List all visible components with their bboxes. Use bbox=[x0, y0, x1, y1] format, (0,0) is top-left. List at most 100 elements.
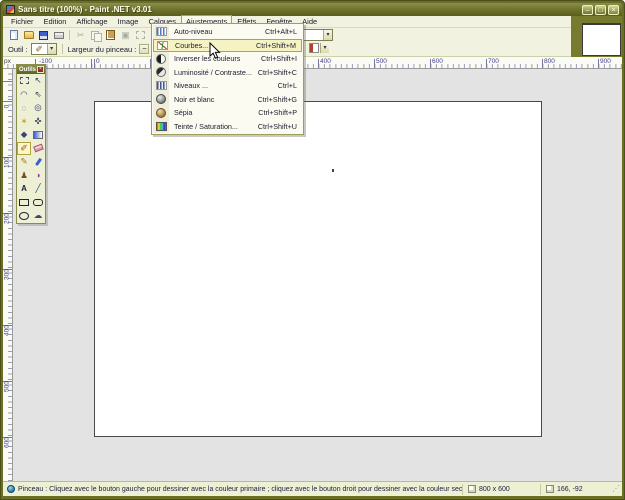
chevron-down-icon[interactable]: ▾ bbox=[323, 30, 332, 40]
brightness-contrast-icon bbox=[156, 67, 166, 77]
tools-palette: Outils × ↖ ◠ ⇖ ◌ ◎ ✶ ✜ ◆ ✐ ✎ ♟ ◑ A ╱ ☁ bbox=[16, 64, 46, 224]
tool-freeform-shape[interactable]: ☁ bbox=[31, 209, 45, 223]
canvas[interactable] bbox=[94, 101, 542, 437]
menu-edition[interactable]: Edition bbox=[39, 16, 72, 27]
clone-stamp-icon: ♟ bbox=[20, 170, 28, 181]
tool-color-picker[interactable] bbox=[31, 155, 45, 169]
brush-width-label: Largeur du pinceau : bbox=[68, 45, 137, 54]
cursor-position-section: 166, -92 bbox=[540, 484, 612, 495]
deselect-icon bbox=[136, 31, 145, 39]
pan-icon: ✜ bbox=[34, 116, 41, 127]
menu-affichage[interactable]: Affichage bbox=[71, 16, 112, 27]
curves-icon bbox=[157, 41, 168, 50]
print-button[interactable] bbox=[52, 29, 65, 41]
rectangle-select-icon bbox=[20, 77, 29, 84]
history-panel[interactable] bbox=[582, 23, 621, 56]
cut-button: ✂ bbox=[74, 29, 87, 41]
new-button[interactable] bbox=[7, 29, 20, 41]
tool-lasso-select[interactable]: ◠ bbox=[17, 88, 31, 102]
copy-button bbox=[89, 29, 102, 41]
vertical-ruler: 0 100 200 300 400 500 600 bbox=[3, 69, 13, 481]
tool-selector[interactable]: ✐ ▾ bbox=[31, 43, 57, 55]
tool-zoom[interactable]: ◎ bbox=[31, 101, 45, 115]
freeform-shape-icon: ☁ bbox=[34, 210, 43, 221]
image-size-icon bbox=[468, 485, 476, 493]
tool-label: Outil : bbox=[8, 45, 28, 54]
menu-item-auto-niveau[interactable]: Auto-niveau Ctrl+Alt+L bbox=[153, 25, 302, 39]
close-icon[interactable]: × bbox=[37, 66, 44, 73]
width-decrease-button[interactable]: − bbox=[139, 44, 149, 54]
image-size: 800 x 600 bbox=[479, 486, 510, 493]
tool-move-selection[interactable]: ↖ bbox=[31, 74, 45, 88]
save-button[interactable] bbox=[37, 29, 50, 41]
tool-rectangle-select[interactable] bbox=[17, 74, 31, 88]
menu-fichier[interactable]: Fichier bbox=[6, 16, 39, 27]
info-icon bbox=[7, 485, 15, 493]
chevron-down-icon[interactable]: ▾ bbox=[320, 43, 329, 53]
maximize-button[interactable]: □ bbox=[595, 5, 606, 15]
tool-pan[interactable]: ✜ bbox=[31, 115, 45, 129]
deselect-button bbox=[134, 29, 147, 41]
menu-item-luminosite-contraste[interactable]: Luminosité / Contraste... Ctrl+Shift+C bbox=[153, 66, 302, 80]
black-white-icon bbox=[156, 94, 166, 104]
antialias-selector[interactable]: ▾ bbox=[302, 29, 333, 41]
ruler-label: 400 bbox=[4, 324, 11, 338]
tool-gradient[interactable] bbox=[31, 128, 45, 142]
tool-text[interactable]: A bbox=[17, 182, 31, 196]
ellipse-select-icon: ◌ bbox=[21, 103, 26, 113]
chevron-down-icon[interactable]: ▾ bbox=[47, 44, 56, 54]
menu-item-niveaux[interactable]: Niveaux ... Ctrl+L bbox=[153, 79, 302, 93]
tool-ellipse-select[interactable]: ◌ bbox=[17, 101, 31, 115]
toolbar-separator bbox=[69, 30, 70, 40]
ruler-label: 600 bbox=[432, 58, 443, 65]
text-tool-icon: A bbox=[21, 184, 27, 193]
new-file-icon bbox=[10, 30, 18, 40]
resize-grip[interactable]: ⋰ bbox=[612, 483, 622, 495]
tools-palette-title: Outils bbox=[19, 67, 37, 73]
crop-button: ▣ bbox=[119, 29, 132, 41]
hue-saturation-icon bbox=[156, 122, 167, 131]
ruler-unit: px bbox=[4, 58, 11, 65]
menu-item-teinte-saturation[interactable]: Teinte / Saturation... Ctrl+Shift+U bbox=[153, 120, 302, 134]
levels-icon bbox=[156, 81, 167, 90]
tool-eraser[interactable] bbox=[31, 142, 45, 156]
line-curve-icon: ╱ bbox=[35, 183, 40, 194]
tool-line-curve[interactable]: ╱ bbox=[31, 182, 45, 196]
menu-item-sepia[interactable]: Sépia Ctrl+Shift+P bbox=[153, 106, 302, 120]
tools-palette-titlebar[interactable]: Outils × bbox=[17, 65, 45, 74]
ellipse-icon bbox=[19, 212, 29, 220]
status-message: Pinceau : Cliquez avec le bouton gauche … bbox=[18, 486, 462, 493]
menu-item-noir-et-blanc[interactable]: Noir et blanc Ctrl+Shift+G bbox=[153, 93, 302, 107]
close-button[interactable]: × bbox=[608, 5, 619, 15]
tool-paint-bucket[interactable]: ◆ bbox=[17, 128, 31, 142]
paint-bucket-icon: ◆ bbox=[21, 129, 28, 140]
magic-wand-icon: ✶ bbox=[20, 116, 27, 127]
tool-paintbrush[interactable]: ✐ bbox=[17, 142, 31, 156]
menu-image[interactable]: Image bbox=[113, 16, 144, 27]
tool-move-selection-outline[interactable]: ⇖ bbox=[31, 88, 45, 102]
minimize-button[interactable]: – bbox=[582, 5, 593, 15]
paste-button[interactable] bbox=[104, 29, 117, 41]
open-button[interactable] bbox=[22, 29, 35, 41]
tool-magic-wand[interactable]: ✶ bbox=[17, 115, 31, 129]
invert-colors-icon bbox=[156, 54, 166, 64]
tool-ellipse[interactable] bbox=[17, 209, 31, 223]
status-bar: Pinceau : Cliquez avec le bouton gauche … bbox=[3, 481, 622, 496]
lasso-select-icon: ◠ bbox=[20, 89, 27, 100]
cut-icon: ✂ bbox=[77, 31, 85, 40]
ajustements-menu: Auto-niveau Ctrl+Alt+L Courbes... Ctrl+S… bbox=[151, 23, 304, 135]
tool-rounded-rectangle[interactable] bbox=[31, 196, 45, 210]
fill-style-selector[interactable]: ▾ bbox=[309, 43, 329, 53]
menu-item-inverser-les-couleurs[interactable]: Inverser les couleurs Ctrl+Shift+I bbox=[153, 52, 302, 66]
ruler-label: 200 bbox=[4, 212, 11, 226]
menu-item-courbes[interactable]: Courbes... Ctrl+Shift+M bbox=[153, 39, 302, 53]
tool-pencil[interactable]: ✎ bbox=[17, 155, 31, 169]
tool-recolor[interactable]: ◑ bbox=[31, 169, 45, 183]
horizontal-ruler: px -100 0 100 200 300 400 500 600 700 80… bbox=[3, 57, 622, 69]
tool-rectangle[interactable] bbox=[17, 196, 31, 210]
tool-clone-stamp[interactable]: ♟ bbox=[17, 169, 31, 183]
move-selection-outline-icon: ⇖ bbox=[34, 89, 41, 100]
ruler-label: 500 bbox=[4, 380, 11, 394]
pencil-icon: ✎ bbox=[20, 156, 27, 167]
title-bar[interactable]: Sans titre (100%) - Paint .NET v3.01 – □… bbox=[3, 3, 622, 16]
